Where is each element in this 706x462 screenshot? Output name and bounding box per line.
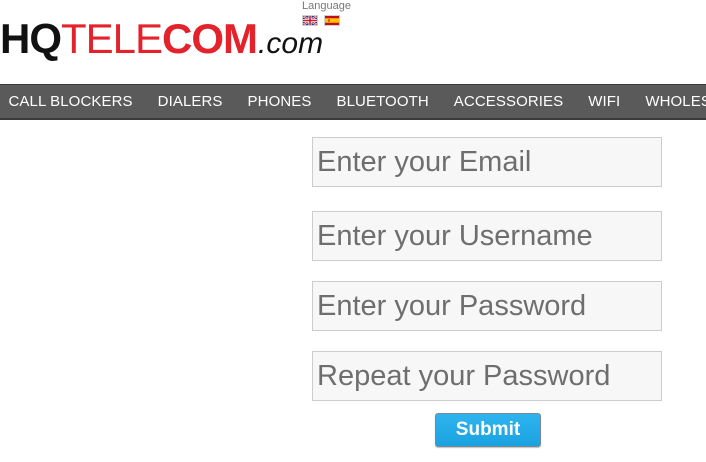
logo-dotcom-text: .com — [258, 27, 324, 60]
password-field[interactable] — [312, 281, 662, 331]
nav-list: CALL BLOCKERS DIALERS PHONES BLUETOOTH A… — [0, 85, 706, 118]
nav-item-wholesale[interactable]: WHOLESA — [633, 85, 706, 118]
username-field[interactable] — [312, 211, 662, 261]
email-field[interactable] — [312, 137, 662, 187]
nav-item-accessories[interactable]: ACCESSORIES — [441, 85, 575, 118]
nav-item-wifi[interactable]: WIFI — [576, 85, 633, 118]
logo-com-text: COM — [162, 15, 258, 62]
submit-button[interactable]: Submit — [435, 413, 541, 447]
nav-item-phones[interactable]: PHONES — [235, 85, 324, 118]
site-logo[interactable]: HQTELECOM.com — [0, 14, 323, 64]
language-flags — [302, 15, 351, 27]
page: HQTELECOM.com Language CALL BLOCKERS DIA… — [0, 0, 706, 462]
logo-tele-text: TELE — [61, 15, 163, 62]
uk-flag-icon[interactable] — [302, 15, 318, 26]
nav-item-bluetooth[interactable]: BLUETOOTH — [324, 85, 441, 118]
main-nav: CALL BLOCKERS DIALERS PHONES BLUETOOTH A… — [0, 84, 706, 120]
nav-item-call-blockers[interactable]: CALL BLOCKERS — [0, 85, 145, 118]
language-label: Language — [302, 0, 351, 12]
repeat-password-field[interactable] — [312, 351, 662, 401]
nav-item-dialers[interactable]: DIALERS — [145, 85, 235, 118]
spain-flag-icon[interactable] — [324, 15, 340, 26]
language-selector: Language — [302, 0, 351, 27]
logo-hq-text: HQ — [0, 15, 62, 62]
